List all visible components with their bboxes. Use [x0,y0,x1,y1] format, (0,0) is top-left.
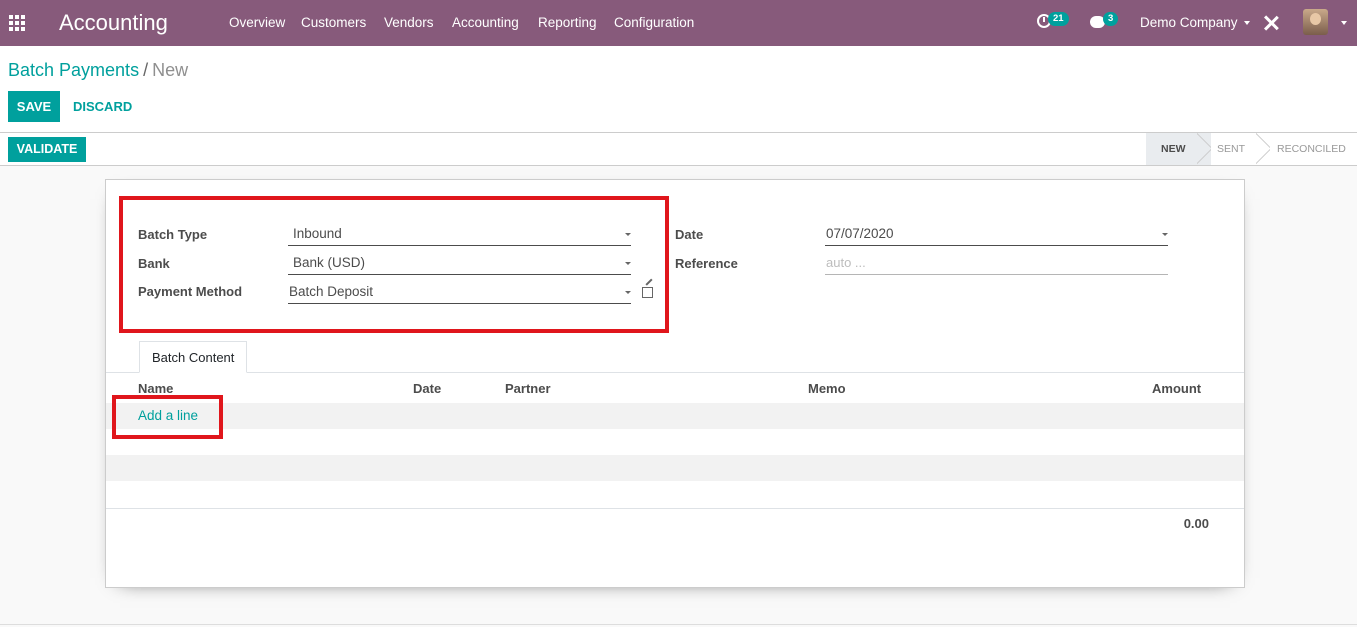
debug-close-icon[interactable] [1264,15,1278,31]
reference-placeholder: auto ... [826,255,866,270]
stage-arrow-icon [1197,133,1211,165]
user-avatar[interactable] [1303,9,1328,35]
reference-label: Reference [675,256,738,271]
company-name: Demo Company [1140,15,1238,30]
total-divider [106,508,1244,509]
tab-divider [106,372,1244,373]
stage-reconciled[interactable]: RECONCILED [1270,133,1357,165]
message-count-badge: 3 [1103,12,1119,26]
form-sheet: Batch Type Inbound Bank Bank (USD) Payme… [105,179,1245,588]
breadcrumb: Batch Payments / New [8,60,188,81]
user-menu-chevron-down-icon[interactable] [1341,21,1347,25]
save-button[interactable]: SAVE [8,91,60,122]
total-amount: 0.00 [1183,516,1209,531]
column-header-amount[interactable]: Amount [1152,381,1201,396]
highlight-box-fields [119,196,669,333]
column-header-name[interactable]: Name [138,381,173,396]
menu-overview[interactable]: Overview [229,15,285,30]
date-value: 07/07/2020 [826,226,894,241]
date-input[interactable]: 07/07/2020 [825,224,1168,246]
menu-reporting[interactable]: Reporting [538,15,597,30]
validate-button[interactable]: VALIDATE [8,137,86,162]
breadcrumb-batch-payments[interactable]: Batch Payments [8,60,139,80]
stage-new[interactable]: NEW [1146,133,1197,165]
chevron-down-icon [1162,233,1168,236]
column-header-date[interactable]: Date [413,381,441,396]
date-label: Date [675,227,704,242]
tab-batch-content[interactable]: Batch Content [139,341,248,373]
table-row [106,455,1244,481]
apps-menu-icon[interactable] [9,15,25,31]
menu-vendors[interactable]: Vendors [384,15,434,30]
page-bottom-divider [0,624,1357,625]
menu-accounting[interactable]: Accounting [452,15,519,30]
top-navbar: Accounting Overview Customers Vendors Ac… [0,0,1357,46]
chevron-down-icon [1243,21,1250,25]
stage-arrow-icon [1256,133,1270,165]
breadcrumb-separator: / [143,60,149,80]
table-row [106,403,1244,429]
stage-sent[interactable]: SENT [1211,133,1256,165]
breadcrumb-current: New [152,60,189,80]
table-row [106,429,1244,455]
menu-customers[interactable]: Customers [301,15,366,30]
control-panel: Batch Payments / New SAVE DISCARD [0,46,1357,133]
menu-configuration[interactable]: Configuration [614,15,694,30]
app-title[interactable]: Accounting [59,10,168,36]
company-switcher[interactable]: Demo Company [1140,15,1250,30]
discard-button[interactable]: DISCARD [73,99,132,114]
table-row [106,481,1244,507]
status-bar: VALIDATE NEW SENT RECONCILED [0,133,1357,166]
reference-input[interactable]: auto ... [825,253,1168,275]
highlight-box-add-line [112,395,223,439]
column-header-memo[interactable]: Memo [808,381,846,396]
activity-count-badge: 21 [1048,12,1069,26]
column-header-partner[interactable]: Partner [505,381,551,396]
